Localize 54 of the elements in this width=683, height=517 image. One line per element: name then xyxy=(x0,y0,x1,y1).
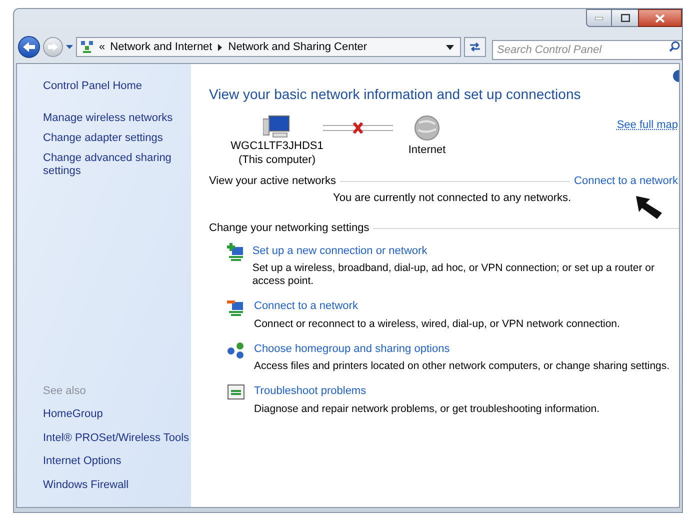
sidebar-link[interactable]: Windows Firewall xyxy=(43,476,129,493)
left-arrow-icon xyxy=(23,42,35,52)
refresh-button[interactable] xyxy=(464,37,486,57)
close-button[interactable] xyxy=(638,9,682,27)
breadcrumb[interactable]: Network and Internet xyxy=(110,38,212,56)
task-description: Set up a wireless, broadband, dial-up, ad hoc, or VPN connection; or set up a router or access point. xyxy=(252,262,656,288)
task-description: Connect or reconnect to a wireless, wired, dial-up, or VPN network connection. xyxy=(254,318,620,330)
sidebar-link[interactable]: Intel® PROSet/Wireless Tools xyxy=(43,430,190,446)
sidebar-link[interactable]: Manage wireless networks xyxy=(43,112,173,124)
connect-icon[interactable] xyxy=(227,298,245,316)
right-arrow-icon xyxy=(48,43,58,51)
minimize-icon xyxy=(595,16,603,20)
minimize-button[interactable] xyxy=(586,9,612,27)
computer-icon xyxy=(263,115,291,139)
dropdown-icon[interactable] xyxy=(446,44,454,50)
close-icon xyxy=(655,14,665,22)
back-button[interactable] xyxy=(18,36,40,58)
refresh-icon xyxy=(469,42,481,52)
task-description: Diagnose and repair network problems, or get troubleshooting information. xyxy=(254,402,600,416)
section-heading: See also xyxy=(43,384,87,398)
breadcrumb-overflow[interactable]: « xyxy=(99,38,106,56)
breadcrumb[interactable]: Network and Sharing Center xyxy=(228,38,368,56)
sidebar-link[interactable]: HomeGroup xyxy=(43,406,103,422)
network-icon xyxy=(80,40,94,54)
sidebar-link[interactable]: Change adapter settings xyxy=(43,132,173,144)
arrow-cursor-icon xyxy=(636,196,662,219)
new-connection-icon[interactable] xyxy=(227,242,244,260)
maximize-button[interactable] xyxy=(612,9,638,27)
connect-link[interactable]: Connect to a network xyxy=(574,173,678,190)
maximize-icon xyxy=(620,14,630,22)
sidebar-link[interactable]: Internet Options xyxy=(43,453,122,470)
task-link[interactable]: Set up a new connection or network xyxy=(252,242,428,259)
search-icon xyxy=(669,41,680,52)
caret-icon xyxy=(66,45,73,49)
address-bar[interactable]: « Network and Internet Network and Sharing Center xyxy=(76,37,461,57)
sidebar-link[interactable]: Control Panel Home xyxy=(43,78,142,94)
sidebar-link[interactable]: Change advanced sharing settings xyxy=(43,152,173,178)
search-field[interactable]: Search Control Panel xyxy=(492,40,682,60)
globe-icon xyxy=(414,115,440,141)
page-title: View your basic network information and set up connections xyxy=(209,85,581,104)
troubleshoot-icon[interactable] xyxy=(227,383,245,401)
task-description: Access files and printers located on other network computers, or change sharing settings. xyxy=(254,360,670,373)
section-heading: View your active networks xyxy=(209,174,336,189)
chevron-icon[interactable] xyxy=(218,44,222,50)
see-full-map-link[interactable]: See full map xyxy=(616,117,678,134)
computer-label: (This computer) xyxy=(238,153,316,167)
task-link[interactable]: Troubleshoot problems xyxy=(254,383,366,400)
internet-label: Internet xyxy=(408,143,446,158)
status-message: You are currently not connected to any networks. xyxy=(333,190,572,206)
section-heading: Change your networking settings xyxy=(209,221,370,236)
computer-name: WGC1LTF3JHDS1 xyxy=(230,139,324,153)
task-link[interactable]: Choose homegroup and sharing options xyxy=(254,340,450,357)
task-link[interactable]: Connect to a network xyxy=(254,298,358,314)
homegroup-icon[interactable] xyxy=(227,340,245,358)
